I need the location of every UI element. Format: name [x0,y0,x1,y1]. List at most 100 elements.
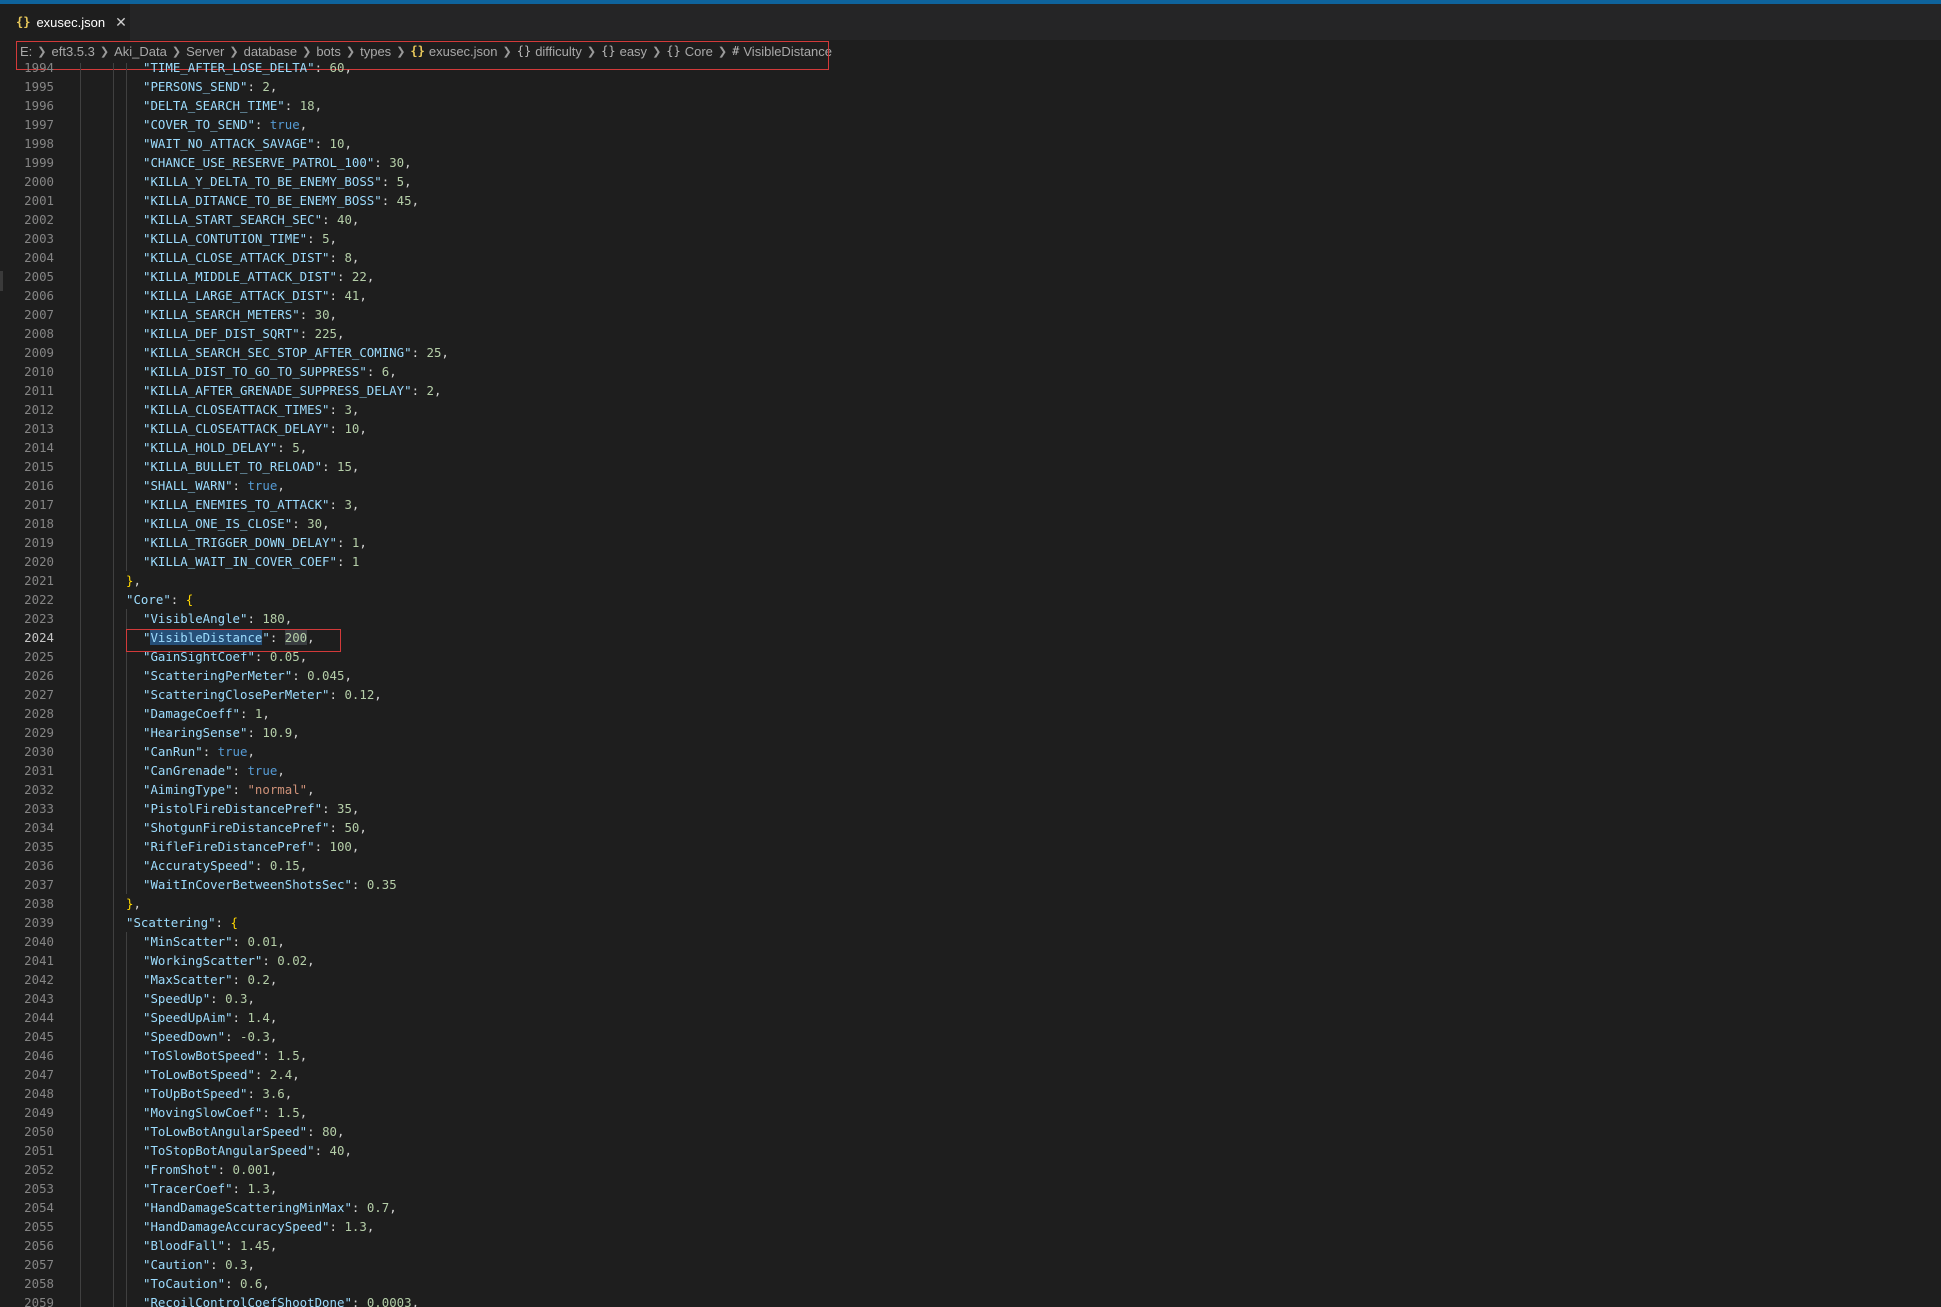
colon: : [225,1276,240,1291]
breadcrumb-item[interactable]: {} Core [666,44,713,59]
json-key: KILLA_SEARCH_SEC_STOP_AFTER_COMING [150,345,405,360]
indent-guide [126,951,127,970]
breadcrumb-label: Aki_Data [114,43,167,59]
breadcrumb-item[interactable]: E: [20,44,32,59]
quote: " [247,649,255,664]
json-key: SpeedUp [150,991,203,1006]
indent-guide [113,1274,114,1293]
line-number: 2056 [24,1238,54,1253]
comma: , [133,896,141,911]
breadcrumb-item[interactable]: {} easy [601,44,647,59]
json-key: KILLA_DIST_TO_GO_TO_SUPPRESS [150,364,360,379]
quote: " [232,706,240,721]
code-text: "KILLA_WAIT_IN_COVER_COEF": 1 [143,552,359,571]
line-number: 1995 [24,79,54,94]
code-text: "KILLA_ONE_IS_CLOSE": 30, [143,514,330,533]
code-line: 2025 "GainSightCoef": 0.05, [0,647,1941,666]
line-number: 1999 [24,155,54,170]
quote: " [322,497,330,512]
json-value: 2 [262,79,270,94]
colon: : [232,934,248,949]
code-line: 2033 "PistolFireDistancePref": 35, [0,799,1941,818]
code-text: }, [126,571,141,590]
comma: , [344,63,352,75]
indent-guide [113,704,114,723]
code-text: "TIME_AFTER_LOSE_DELTA": 60, [143,63,352,77]
breadcrumb-item[interactable]: {} exusec.json [410,44,497,59]
quote: " [322,288,330,303]
json-value: 8 [344,250,352,265]
indent-guide [80,210,81,229]
indent-guide [126,457,127,476]
code-text: "CHANCE_USE_RESERVE_PATROL_100": 30, [143,153,412,172]
comma: , [411,193,420,208]
indent-guide [113,1179,114,1198]
comma: , [307,630,315,645]
breadcrumb-label: eft3.5.3 [51,43,95,59]
line-number: 2000 [24,174,54,189]
indent-guide [113,742,114,761]
colon: : [314,63,330,75]
json-key: ToLowBotAngularSpeed [150,1124,300,1139]
indent-guide [80,305,81,324]
indent-guide [126,799,127,818]
breadcrumb-item[interactable]: bots [316,44,341,59]
breadcrumb-item[interactable]: eft3.5.3 [52,44,95,59]
code-line: 2050 "ToLowBotAngularSpeed": 80, [0,1122,1941,1141]
indent-guide [126,1293,127,1307]
colon: : [232,478,248,493]
line-number: 2034 [24,820,54,835]
indent-guide [113,267,114,286]
code-editor[interactable]: 1994 "TIME_AFTER_LOSE_DELTA": 60, 1995 "PER… [0,63,1941,1307]
code-line: 2014 "KILLA_HOLD_DELAY": 5, [0,438,1941,457]
chevron-right-icon: ❯ [229,45,239,58]
comma: , [292,1067,300,1082]
quote: " [217,1238,226,1253]
breadcrumb-item[interactable]: {} difficulty [517,44,582,59]
colon: : [247,79,263,94]
line-number: 2016 [24,478,54,493]
indent-guide [126,552,127,571]
line-number: 2004 [24,250,54,265]
line-number: 2055 [24,1219,54,1234]
indent-guide [113,172,114,191]
json-key: RifleFireDistancePref [150,839,308,854]
json-value: 0.01 [247,934,278,949]
json-key: KILLA_Y_DELTA_TO_BE_ENEMY_BOSS [150,174,375,189]
indent-guide [113,324,114,343]
json-value: 100 [329,839,352,854]
indent-guide [126,1274,127,1293]
code-line: 2012 "KILLA_CLOSEATTACK_TIMES": 3, [0,400,1941,419]
tab-exusec-json[interactable]: {} exusec.json ✕ [0,4,130,40]
indent-guide [126,647,127,666]
indent-guide [126,837,127,856]
breadcrumb-item[interactable]: database [244,44,298,59]
json-key: RecoilControlCoefShootDone [150,1295,345,1307]
comma: , [269,1162,278,1177]
line-number: 2028 [24,706,54,721]
breadcrumb-item[interactable]: Server [186,44,224,59]
indent-guide [80,1103,81,1122]
code-line: 2015 "KILLA_BULLET_TO_RELOAD": 15, [0,457,1941,476]
close-icon[interactable]: ✕ [115,14,127,31]
breadcrumb-item[interactable]: # VisibleDistance [732,44,832,59]
code-text: "PERSONS_SEND": 2, [143,77,277,96]
code-text: "DELTA_SEARCH_TIME": 18, [143,96,322,115]
breadcrumb-item[interactable]: types [360,44,391,59]
colon: : [329,820,345,835]
json-key: FromShot [150,1162,211,1177]
indent-guide [113,1141,114,1160]
comma: , [351,250,360,265]
indent-guide [80,1236,81,1255]
json-key: KILLA_ONE_IS_CLOSE [150,516,285,531]
breadcrumb-item[interactable]: Aki_Data [114,44,167,59]
json-key: TIME_AFTER_LOSE_DELTA [150,63,308,75]
code-text: "RifleFireDistancePref": 100, [143,837,359,856]
json-value: 180 [262,611,285,626]
comma: , [359,535,367,550]
comma: , [269,1010,278,1025]
quote: " [225,1010,233,1025]
line-number: 2017 [24,497,54,512]
tab-bar: {} exusec.json ✕ [0,4,1941,40]
indent-guide [80,628,81,647]
